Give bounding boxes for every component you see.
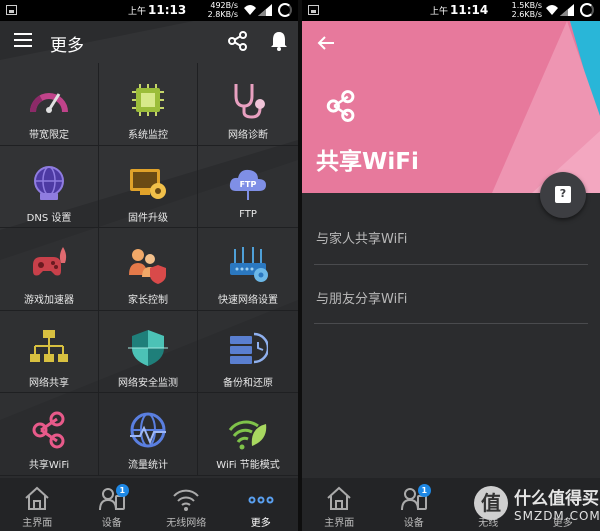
share-icon bbox=[32, 411, 65, 449]
bell-icon[interactable] bbox=[270, 31, 288, 51]
tile-wifi-eco-mode[interactable]: WiFi 节能模式 bbox=[198, 393, 298, 476]
parental-icon bbox=[129, 249, 166, 285]
image-notification-icon bbox=[6, 5, 17, 15]
signal-icon bbox=[258, 4, 272, 16]
network-speed: 492B/s 2.8KB/s bbox=[207, 1, 238, 19]
tile-bandwidth-limit[interactable]: 带宽限定 bbox=[0, 63, 99, 146]
home-icon bbox=[327, 486, 351, 510]
tile-firmware-upgrade[interactable]: 固件升级 bbox=[99, 145, 198, 229]
stethoscope-icon bbox=[234, 84, 265, 119]
home-icon bbox=[25, 486, 49, 510]
app-bar: 更多 bbox=[0, 21, 298, 63]
ftp-cloud-icon: FTP bbox=[229, 169, 266, 200]
svg-text:FTP: FTP bbox=[240, 180, 257, 189]
nav-more[interactable]: 更多 bbox=[224, 478, 299, 531]
shield-icon bbox=[128, 329, 168, 366]
devices-badge: 1 bbox=[417, 484, 431, 497]
share-with-friends-item[interactable]: 与朋友分享WiFi bbox=[314, 265, 588, 324]
network-speed: 1.5KB/s 2.6KB/s bbox=[511, 1, 542, 19]
page-title: 共享WiFi bbox=[316, 149, 419, 175]
watermark-text: 什么值得买 bbox=[514, 489, 599, 509]
tile-game-booster[interactable]: 游戏加速器 bbox=[0, 228, 99, 311]
watermark-domain: SMZDM.COM bbox=[514, 509, 600, 523]
share-wifi-header: 共享WiFi bbox=[302, 21, 600, 193]
dns-globe-icon bbox=[34, 165, 64, 200]
wifi-leaf-icon bbox=[228, 420, 267, 450]
help-icon: ? bbox=[555, 186, 571, 203]
status-bar: 上午 11:14 1.5KB/s 2.6KB/s bbox=[302, 0, 600, 21]
nav-wireless[interactable]: 无线网络 bbox=[149, 478, 224, 531]
battery-ring-icon bbox=[580, 3, 594, 17]
smzdm-watermark: 值 什么值得买 SMZDM.COM bbox=[470, 478, 600, 531]
nav-devices[interactable]: 1 设备 bbox=[377, 478, 452, 531]
tile-quick-network-setup[interactable]: 快速网络设置 bbox=[198, 228, 298, 311]
status-bar: 上午 11:13 492B/s 2.8KB/s bbox=[0, 0, 298, 21]
tile-traffic-statistics[interactable]: 流量统计 bbox=[99, 393, 198, 476]
status-time: 上午 11:14 bbox=[430, 3, 489, 17]
help-button[interactable]: ? bbox=[540, 172, 586, 218]
image-notification-icon bbox=[308, 5, 319, 15]
router-icon bbox=[230, 247, 268, 283]
page-title: 更多 bbox=[50, 36, 84, 56]
more-screen: 上午 11:13 492B/s 2.8KB/s 更多 带宽限定 系统监控 网络诊… bbox=[0, 0, 298, 531]
backup-icon bbox=[230, 332, 268, 364]
tile-network-security[interactable]: 网络安全监测 bbox=[99, 310, 198, 394]
tile-network-diagnosis[interactable]: 网络诊断 bbox=[198, 63, 298, 146]
battery-ring-icon bbox=[278, 3, 292, 17]
share-icon bbox=[326, 90, 355, 122]
gauge-icon bbox=[29, 93, 68, 113]
bottom-navigation: 主界面 1 设备 无线网络 更多 bbox=[0, 478, 298, 531]
tile-dns-settings[interactable]: DNS 设置 bbox=[0, 145, 99, 229]
nav-home[interactable]: 主界面 bbox=[0, 478, 75, 531]
wifi-status-icon bbox=[546, 5, 558, 15]
tile-backup-restore[interactable]: 备份和还原 bbox=[198, 311, 298, 394]
status-time: 上午 11:13 bbox=[128, 3, 187, 17]
watermark-logo: 值 bbox=[474, 486, 508, 520]
network-tree-icon bbox=[30, 329, 68, 362]
feature-grid: 带宽限定 系统监控 网络诊断 DNS 设置 固件升级 FTP FTP 游戏加速器… bbox=[0, 63, 298, 476]
tile-system-monitor[interactable]: 系统监控 bbox=[99, 63, 198, 146]
firmware-icon bbox=[130, 168, 166, 199]
wifi-status-icon bbox=[244, 5, 256, 15]
wifi-icon bbox=[173, 489, 199, 511]
devices-badge: 1 bbox=[115, 484, 129, 497]
share-wifi-screen: 上午 11:14 1.5KB/s 2.6KB/s 共享WiFi 与家人共享WiFi … bbox=[302, 0, 600, 531]
back-arrow-icon[interactable] bbox=[316, 33, 336, 53]
chip-icon bbox=[132, 84, 164, 116]
traffic-globe-icon bbox=[130, 412, 166, 448]
tile-share-wifi[interactable]: 共享WiFi bbox=[0, 393, 99, 476]
more-icon bbox=[248, 496, 274, 504]
menu-icon[interactable] bbox=[14, 33, 32, 47]
nav-devices[interactable]: 1 设备 bbox=[75, 478, 150, 531]
tile-ftp[interactable]: FTP FTP bbox=[198, 146, 298, 229]
tile-network-sharing[interactable]: 网络共享 bbox=[0, 310, 99, 394]
tile-parental-control[interactable]: 家长控制 bbox=[99, 228, 198, 311]
nav-home[interactable]: 主界面 bbox=[302, 478, 377, 531]
signal-icon bbox=[560, 4, 574, 16]
gamepad-rocket-icon bbox=[33, 247, 67, 276]
share-icon[interactable] bbox=[228, 31, 248, 51]
